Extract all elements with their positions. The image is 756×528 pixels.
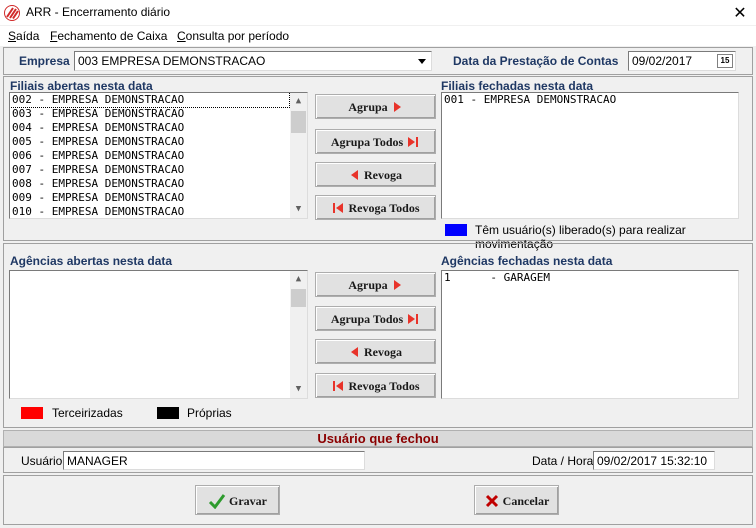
list-item[interactable]: 001 - EMPRESA DEMONSTRACAO [442,93,738,107]
cancelar-button[interactable]: Cancelar [474,485,559,515]
data-prestacao-value: 09/02/2017 [632,54,693,68]
list-item[interactable]: 007 - EMPRESA DEMONSTRACAO [10,163,307,177]
arrow-right-end-icon [408,137,419,148]
datahora-value: 09/02/2017 15:32:10 [597,454,708,468]
legend-proprias-text: Próprias [187,406,232,420]
arrow-left-icon [351,170,358,181]
filiais-revoga-button[interactable]: Revoga [315,162,436,187]
filiais-revoga-todos-button[interactable]: Revoga Todos [315,195,436,220]
menu-consulta-periodo[interactable]: Consulta por período [177,29,289,43]
list-item[interactable]: 003 - EMPRESA DEMONSTRACAO [10,107,307,121]
agrupa-todos-label: Agrupa Todos [330,311,404,326]
title-bar: ARR - Encerramento diário ✕ [0,0,756,26]
arrow-right-end-icon [408,314,419,325]
data-prestacao-field[interactable]: 09/02/2017 15 [628,51,736,71]
list-item[interactable]: 005 - EMPRESA DEMONSTRACAO [10,135,307,149]
app-logo-icon [4,5,20,21]
filiais-fechadas-title: Filiais fechadas nesta data [441,79,594,93]
empresa-label: Empresa [19,54,70,68]
scroll-up-icon[interactable]: ▲ [290,93,307,110]
scroll-thumb[interactable] [291,111,306,133]
datahora-label: Data / Hora [532,454,594,468]
filiais-agrupa-button[interactable]: Agrupa [315,94,436,119]
empresa-select[interactable]: 003 EMPRESA DEMONSTRACAO [74,51,432,71]
filiais-abertas-scrollbar[interactable]: ▲ ▼ [290,93,307,218]
window-title: ARR - Encerramento diário [26,5,171,19]
menu-saida[interactable]: Saída [8,29,39,43]
agencias-abertas-title: Agências abertas nesta data [10,254,173,268]
scroll-thumb[interactable] [291,289,306,307]
usuario-fechou-title: Usuário que fechou [317,431,439,446]
scroll-down-icon[interactable]: ▼ [290,201,307,218]
checkmark-icon [208,494,226,510]
arrow-left-icon [351,347,358,358]
cancelar-label: Cancelar [502,494,550,509]
list-item[interactable]: 010 - EMPRESA DEMONSTRACAO [10,205,307,218]
legend-swatch-proprias [157,407,179,419]
empresa-select-value: 003 EMPRESA DEMONSTRACAO [78,54,266,68]
data-prestacao-label: Data da Prestação de Contas [453,54,619,68]
menu-fechamento-caixa[interactable]: Fechamento de Caixa [50,29,167,43]
agencias-abertas-scrollbar[interactable]: ▲ ▼ [290,271,307,398]
agrupa-label: Agrupa [348,277,388,292]
gravar-button[interactable]: Gravar [195,485,280,515]
arrow-left-end-icon [333,203,344,214]
arrow-left-end-icon [333,381,344,392]
footer-panel [3,475,753,525]
agencias-fechadas-title: Agências fechadas nesta data [441,254,613,268]
list-item[interactable]: 006 - EMPRESA DEMONSTRACAO [10,149,307,163]
calendar-icon[interactable]: 15 [717,54,733,68]
close-icon[interactable]: ✕ [728,2,752,24]
scroll-up-icon[interactable]: ▲ [290,271,307,288]
agencias-revoga-button[interactable]: Revoga [315,339,436,364]
legend-swatch-terceirizadas [21,407,43,419]
list-item[interactable]: 004 - EMPRESA DEMONSTRACAO [10,121,307,135]
menu-bar: Saída Fechamento de Caixa Consulta por p… [0,26,756,46]
list-item[interactable]: 008 - EMPRESA DEMONSTRACAO [10,177,307,191]
gravar-label: Gravar [229,494,267,509]
agencias-agrupa-todos-button[interactable]: Agrupa Todos [315,306,436,331]
revoga-todos-label: Revoga Todos [348,378,420,393]
agrupa-label: Agrupa [348,99,388,114]
arrow-right-icon [393,102,401,113]
usuario-value: MANAGER [67,454,128,468]
legend-terceirizadas-text: Terceirizadas [52,406,123,420]
revoga-label: Revoga [364,167,402,182]
chevron-down-icon[interactable] [414,53,430,69]
scroll-down-icon[interactable]: ▼ [290,381,307,398]
revoga-todos-label: Revoga Todos [348,200,420,215]
agrupa-todos-label: Agrupa Todos [330,134,404,149]
x-cancel-icon [485,495,498,508]
filiais-agrupa-todos-button[interactable]: Agrupa Todos [315,129,436,154]
revoga-label: Revoga [364,344,402,359]
arrow-right-icon [393,280,401,291]
agencias-abertas-list[interactable]: ▲ ▼ [9,270,308,399]
filiais-fechadas-list[interactable]: 001 - EMPRESA DEMONSTRACAO [441,92,739,219]
agencias-fechadas-list[interactable]: 1 - GARAGEM [441,270,739,399]
usuario-fechou-header: Usuário que fechou [3,430,753,447]
datahora-field[interactable]: 09/02/2017 15:32:10 [593,451,715,470]
filiais-abertas-list[interactable]: 002 - EMPRESA DEMONSTRACAO 003 - EMPRESA… [9,92,308,219]
legend-swatch-liberado [445,224,467,236]
usuario-field[interactable]: MANAGER [63,451,365,470]
list-item[interactable]: 002 - EMPRESA DEMONSTRACAO [10,93,290,108]
usuario-label: Usuário [21,454,63,468]
list-item[interactable]: 1 - GARAGEM [442,271,738,285]
agencias-revoga-todos-button[interactable]: Revoga Todos [315,373,436,398]
filiais-abertas-title: Filiais abertas nesta data [10,79,153,93]
agencias-agrupa-button[interactable]: Agrupa [315,272,436,297]
list-item[interactable]: 009 - EMPRESA DEMONSTRACAO [10,191,307,205]
